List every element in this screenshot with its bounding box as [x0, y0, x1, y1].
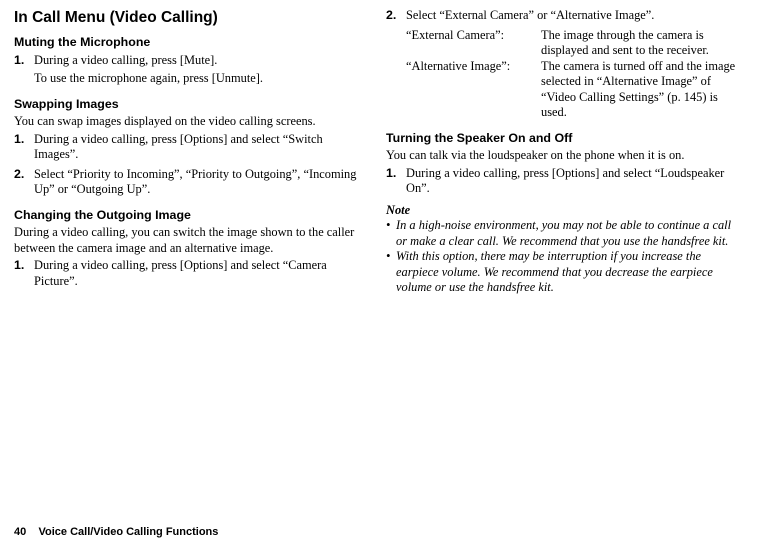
heading-swapping: Swapping Images: [14, 97, 364, 113]
step-line: During a video calling, press [Mute].: [34, 53, 217, 67]
definition-list: “External Camera”: The image through the…: [406, 28, 736, 121]
right-column: 2. Select “External Camera” or “Alternat…: [386, 8, 736, 296]
note-text: In a high-noise environment, you may not…: [396, 218, 736, 249]
step-body: During a video calling, press [Options] …: [406, 166, 736, 197]
step-body: During a video calling, press [Options] …: [34, 258, 364, 289]
bullet-icon: •: [386, 249, 396, 296]
def-desc: The image through the camera is displaye…: [541, 28, 736, 59]
step-number: 1.: [14, 53, 34, 87]
steps-speaker: 1. During a video calling, press [Option…: [386, 166, 736, 197]
page-number: 40: [14, 526, 26, 538]
section-title: Voice Call/Video Calling Functions: [38, 526, 218, 538]
step-number: 1.: [14, 132, 34, 163]
steps-swapping: 1. During a video calling, press [Option…: [14, 132, 364, 198]
step-body: During a video calling, press [Options] …: [34, 132, 364, 163]
note-heading: Note: [386, 203, 736, 219]
intro-speaker: You can talk via the loudspeaker on the …: [386, 148, 736, 164]
step-number: 2.: [386, 8, 406, 24]
step-number: 2.: [14, 167, 34, 198]
step-number: 1.: [14, 258, 34, 289]
step-body: Select “Priority to Incoming”, “Priority…: [34, 167, 364, 198]
page-title: In Call Menu (Video Calling): [14, 8, 364, 27]
steps-right-top: 2. Select “External Camera” or “Alternat…: [386, 8, 736, 24]
heading-speaker: Turning the Speaker On and Off: [386, 131, 736, 147]
def-term: “External Camera”:: [406, 28, 541, 59]
intro-changing: During a video calling, you can switch t…: [14, 225, 364, 256]
step-body: During a video calling, press [Mute]. To…: [34, 53, 364, 87]
bullet-icon: •: [386, 218, 396, 249]
left-column: In Call Menu (Video Calling) Muting the …: [14, 8, 364, 296]
def-term: “Alternative Image”:: [406, 59, 541, 121]
step-number: 1.: [386, 166, 406, 197]
note-text: With this option, there may be interrupt…: [396, 249, 736, 296]
def-desc: The camera is turned off and the image s…: [541, 59, 736, 121]
heading-changing: Changing the Outgoing Image: [14, 208, 364, 224]
steps-muting: 1. During a video calling, press [Mute].…: [14, 53, 364, 87]
footer-gap: [26, 526, 38, 538]
note-list: • In a high-noise environment, you may n…: [386, 218, 736, 296]
steps-changing: 1. During a video calling, press [Option…: [14, 258, 364, 289]
heading-muting: Muting the Microphone: [14, 35, 364, 51]
intro-swapping: You can swap images displayed on the vid…: [14, 114, 364, 130]
step-body: Select “External Camera” or “Alternative…: [406, 8, 736, 24]
page-footer: 40 Voice Call/Video Calling Functions: [14, 526, 218, 540]
step-line: To use the microphone again, press [Unmu…: [34, 71, 364, 87]
